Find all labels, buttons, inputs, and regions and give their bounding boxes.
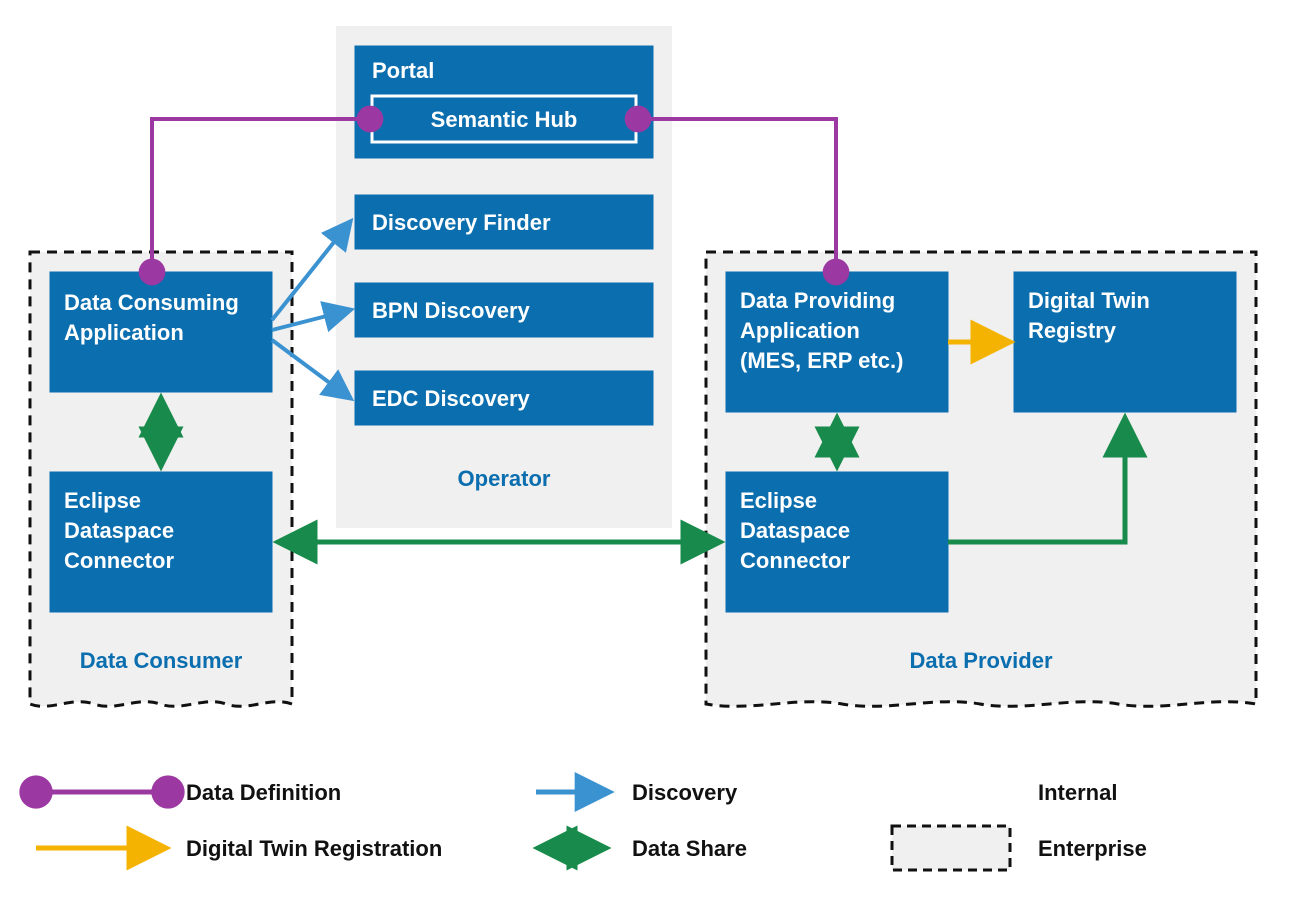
- data-providing-app-l3: (MES, ERP etc.): [740, 348, 903, 373]
- legend-dtr-label: Digital Twin Registration: [186, 836, 442, 861]
- edc-discovery-label: EDC Discovery: [372, 386, 531, 411]
- provider-edc-l2: Dataspace: [740, 518, 850, 543]
- discovery-finder-label: Discovery Finder: [372, 210, 551, 235]
- operator-title: Operator: [458, 466, 551, 491]
- consumer-edc-l1: Eclipse: [64, 488, 141, 513]
- data-providing-app-box: Data Providing Application (MES, ERP etc…: [726, 272, 948, 412]
- data-consuming-app-box: Data Consuming Application: [50, 272, 272, 392]
- legend-enterprise-icon: [892, 826, 1010, 870]
- data-providing-app-l2: Application: [740, 318, 860, 343]
- provider-edc-l3: Connector: [740, 548, 850, 573]
- provider-edc-box: Eclipse Dataspace Connector: [726, 472, 948, 612]
- consumer-edc-l2: Dataspace: [64, 518, 174, 543]
- portal-box: Portal Semantic Hub: [355, 46, 653, 158]
- consumer-edc-box: Eclipse Dataspace Connector: [50, 472, 272, 612]
- discovery-finder-box: Discovery Finder: [355, 195, 653, 249]
- operator-panel: Portal Semantic Hub Discovery Finder BPN…: [336, 26, 672, 528]
- portal-label: Portal: [372, 58, 434, 83]
- diagram-canvas: Portal Semantic Hub Discovery Finder BPN…: [0, 0, 1290, 903]
- bpn-discovery-box: BPN Discovery: [355, 283, 653, 337]
- bpn-discovery-label: BPN Discovery: [372, 298, 531, 323]
- legend-data-share-label: Data Share: [632, 836, 747, 861]
- dtr-box: Digital Twin Registry: [1014, 272, 1236, 412]
- data-provider-title: Data Provider: [909, 648, 1052, 673]
- dtr-l2: Registry: [1028, 318, 1117, 343]
- diagram-svg: Portal Semantic Hub Discovery Finder BPN…: [0, 0, 1290, 903]
- legend: Data Definition Discovery Internal Digit…: [36, 780, 1147, 870]
- data-consumer-title: Data Consumer: [80, 648, 243, 673]
- edc-discovery-box: EDC Discovery: [355, 371, 653, 425]
- provider-edc-l1: Eclipse: [740, 488, 817, 513]
- legend-internal-label: Internal: [1038, 780, 1117, 805]
- consumer-edc-l3: Connector: [64, 548, 174, 573]
- legend-enterprise-label: Enterprise: [1038, 836, 1147, 861]
- data-consuming-app-l1: Data Consuming: [64, 290, 239, 315]
- legend-data-definition-label: Data Definition: [186, 780, 341, 805]
- dtr-l1: Digital Twin: [1028, 288, 1150, 313]
- data-consuming-app-l2: Application: [64, 320, 184, 345]
- data-providing-app-l1: Data Providing: [740, 288, 895, 313]
- semantic-hub-label: Semantic Hub: [431, 107, 578, 132]
- data-provider-panel: Data Providing Application (MES, ERP etc…: [706, 252, 1256, 706]
- data-consumer-panel: Data Consuming Application Eclipse Datas…: [30, 252, 292, 706]
- legend-discovery-label: Discovery: [632, 780, 738, 805]
